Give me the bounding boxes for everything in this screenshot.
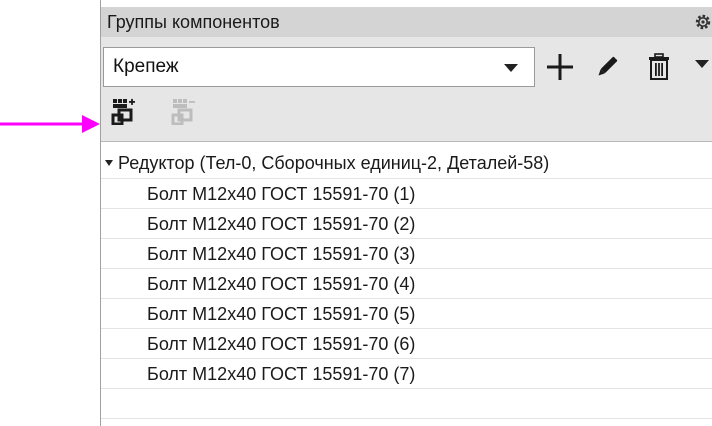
component-groups-panel: Группы компонентов Крепеж Редуктор (Тел-… <box>100 0 712 426</box>
chevron-down-icon[interactable] <box>504 64 518 72</box>
tree-root-node[interactable]: Редуктор (Тел-0, Сборочных единиц-2, Дет… <box>101 148 712 179</box>
remove-components-icon[interactable] <box>170 97 198 125</box>
panel-title: Группы компонентов <box>107 11 280 32</box>
component-tree: Редуктор (Тел-0, Сборочных единиц-2, Дет… <box>101 148 712 419</box>
gear-icon[interactable] <box>694 13 712 31</box>
group-menu-chevron-down-icon[interactable] <box>695 60 709 68</box>
tree-item[interactable]: Болт М12х40 ГОСТ 15591-70 (4) <box>101 269 712 299</box>
tree-empty-row <box>101 389 712 419</box>
group-combobox[interactable]: Крепеж <box>103 47 535 87</box>
annotation-arrow <box>0 115 100 133</box>
pencil-icon[interactable] <box>595 52 619 82</box>
group-selection-row: Крепеж <box>101 37 712 93</box>
components-toolbar <box>101 93 712 142</box>
add-components-icon[interactable] <box>110 97 138 125</box>
expand-triangle-icon[interactable] <box>105 159 113 167</box>
plus-icon[interactable] <box>545 52 575 82</box>
trash-icon[interactable] <box>647 52 671 82</box>
tree-item[interactable]: Болт М12х40 ГОСТ 15591-70 (7) <box>101 359 712 389</box>
panel-header: Группы компонентов <box>101 7 712 37</box>
tree-item[interactable]: Болт М12х40 ГОСТ 15591-70 (3) <box>101 239 712 269</box>
tree-item[interactable]: Болт М12х40 ГОСТ 15591-70 (1) <box>101 179 712 209</box>
group-combobox-value: Крепеж <box>113 56 179 77</box>
tree-item[interactable]: Болт М12х40 ГОСТ 15591-70 (6) <box>101 329 712 359</box>
tree-item[interactable]: Болт М12х40 ГОСТ 15591-70 (2) <box>101 209 712 239</box>
tree-item[interactable]: Болт М12х40 ГОСТ 15591-70 (5) <box>101 299 712 329</box>
tree-root-label: Редуктор (Тел-0, Сборочных единиц-2, Дет… <box>118 152 550 173</box>
